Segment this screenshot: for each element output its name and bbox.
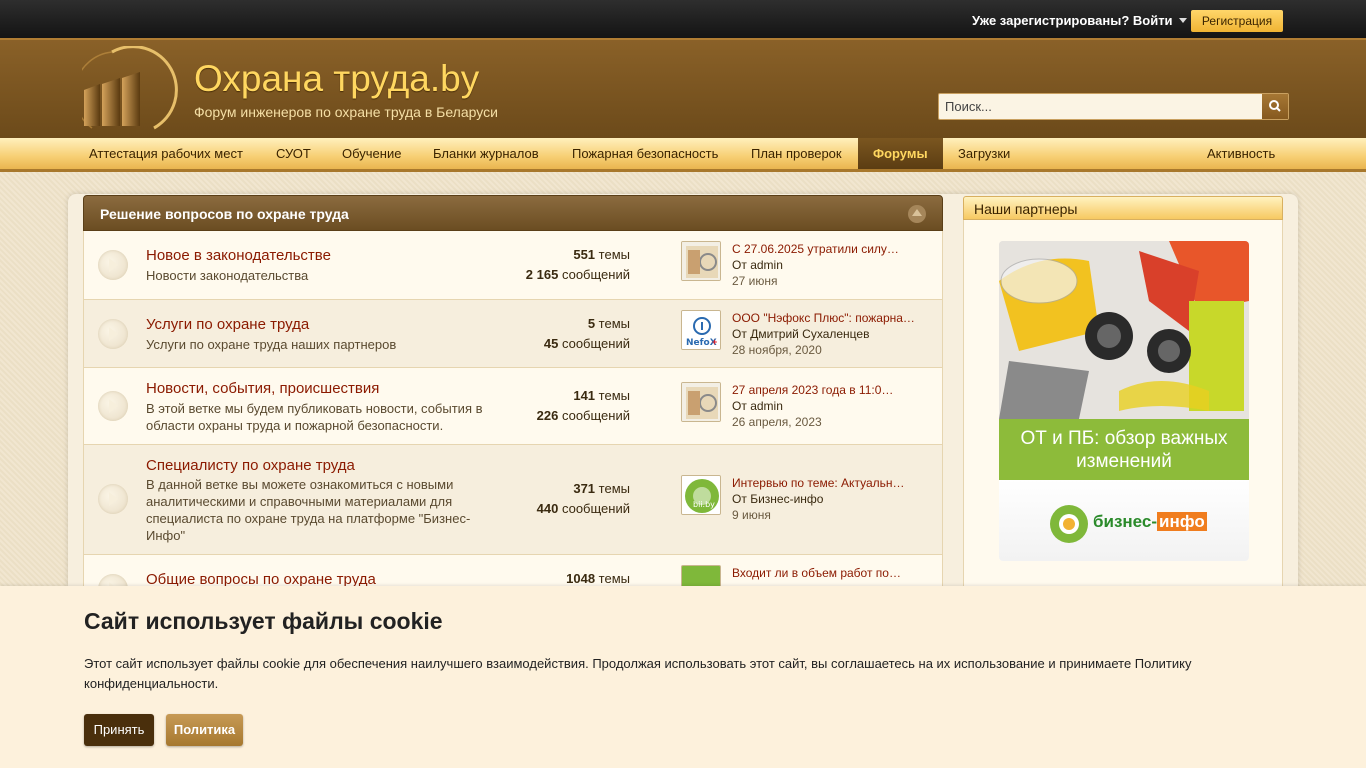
last-post-date: 26 апреля, 2023 xyxy=(732,415,822,429)
collapse-up-icon[interactable] xyxy=(908,205,926,223)
search-button[interactable] xyxy=(1262,94,1288,119)
forum-node-icon xyxy=(98,319,128,349)
forum-node-icon xyxy=(98,484,128,514)
last-post-author: От Дмитрий Сухаленцев xyxy=(732,327,870,341)
top-bar: Уже зарегистрированы? Войти Регистрация xyxy=(0,0,1366,38)
nav-item-fire-safety[interactable]: Пожарная безопасность xyxy=(572,138,718,169)
banner-image xyxy=(999,241,1249,419)
site-subtitle: Форум инженеров по охране труда в Белару… xyxy=(194,104,498,120)
privacy-policy-button[interactable]: Политика xyxy=(166,714,243,746)
threads-count: 5 темы xyxy=(587,316,630,331)
cookie-text: Этот сайт использует файлы cookie для об… xyxy=(84,656,1192,691)
last-post-avatar[interactable]: bii.by xyxy=(681,475,721,515)
last-post-date: 9 июня xyxy=(732,508,771,522)
node-description: Услуги по охране труда наших партнеров xyxy=(146,337,397,352)
last-post-author: От admin xyxy=(732,399,783,413)
login-link[interactable]: Уже зарегистрированы? Войти xyxy=(972,13,1187,28)
site-header: Охрана труда.by Форум инженеров по охран… xyxy=(0,38,1366,138)
last-post-author: От Бизнес-инфо xyxy=(732,492,824,506)
forum-node: Услуги по охране труда Услуги по охране … xyxy=(83,300,943,368)
chevron-down-icon xyxy=(1178,18,1187,23)
search-box xyxy=(938,93,1289,120)
forum-node: Новое в законодательстве Новости законод… xyxy=(83,231,943,300)
node-description: В данной ветке вы можете ознакомиться с … xyxy=(146,477,471,543)
node-description: В этой ветке мы будем публиковать новост… xyxy=(146,401,483,433)
partners-title: Наши партнеры xyxy=(974,201,1078,217)
last-post-title[interactable]: Входит ли в объем работ по… xyxy=(732,566,922,580)
last-post-avatar[interactable] xyxy=(681,241,721,281)
site-title[interactable]: Охрана труда.by xyxy=(194,58,479,100)
author-link[interactable]: Бизнес-инфо xyxy=(750,492,823,506)
messages-count: 45 сообщений xyxy=(543,336,630,351)
svg-text:+: + xyxy=(712,337,717,347)
forum-node-icon xyxy=(98,250,128,280)
cookie-notice: Сайт использует файлы cookie Этот сайт и… xyxy=(0,586,1366,768)
register-button[interactable]: Регистрация xyxy=(1191,10,1283,32)
last-post-avatar[interactable] xyxy=(681,382,721,422)
author-link[interactable]: admin xyxy=(750,258,783,272)
last-post-title[interactable]: 27 апреля 2023 года в 11:0… xyxy=(732,383,922,397)
messages-count: 2 165 сообщений xyxy=(525,267,630,282)
nav-item-activity[interactable]: Активность xyxy=(1207,138,1275,169)
nav-item-training[interactable]: Обучение xyxy=(342,138,401,169)
svg-text:bii.by: bii.by xyxy=(693,500,715,509)
nav-item-forums[interactable]: Форумы xyxy=(858,138,943,169)
messages-count: 440 сообщений xyxy=(536,501,630,516)
forum-node-icon xyxy=(98,391,128,421)
last-post-avatar[interactable]: NefoX + xyxy=(681,310,721,350)
node-title[interactable]: Услуги по охране труда xyxy=(146,316,309,333)
node-title[interactable]: Новое в законодательстве xyxy=(146,247,331,264)
nav-item-inspections[interactable]: План проверок xyxy=(751,138,842,169)
messages-count: 226 сообщений xyxy=(536,408,630,423)
forum-node: Специалисту по охране труда В данной вет… xyxy=(83,445,943,555)
nav-item-attestation[interactable]: Аттестация рабочих мест xyxy=(89,138,243,169)
threads-count: 551 темы xyxy=(573,247,630,262)
last-post-title[interactable]: С 27.06.2025 утратили силу… xyxy=(732,242,922,256)
author-link[interactable]: admin xyxy=(750,399,783,413)
banner-text: ОТ и ПБ: обзор важных изменений xyxy=(999,419,1249,480)
node-description: Новости законодательства xyxy=(146,268,309,283)
forum-node: Новости, события, происшествия В этой ве… xyxy=(83,368,943,445)
partners-header: Наши партнеры xyxy=(963,196,1283,220)
threads-count: 371 темы xyxy=(573,481,630,496)
node-title[interactable]: Специалисту по охране труда xyxy=(146,457,355,474)
nav-item-downloads[interactable]: Загрузки xyxy=(958,138,1010,169)
main-navigation: Аттестация рабочих мест СУОТ Обучение Бл… xyxy=(0,138,1366,172)
biznes-info-logo: бизнес-инфо xyxy=(1049,504,1209,544)
nav-item-suot[interactable]: СУОТ xyxy=(276,138,311,169)
category-header: Решение вопросов по охране труда xyxy=(83,195,943,231)
last-post-author: От admin xyxy=(732,258,783,272)
node-title[interactable]: Новости, события, происшествия xyxy=(146,380,379,397)
threads-count: 141 темы xyxy=(573,388,630,403)
category-title[interactable]: Решение вопросов по охране труда xyxy=(100,206,349,222)
author-link[interactable]: Дмитрий Сухаленцев xyxy=(750,327,869,341)
search-input[interactable] xyxy=(939,94,1263,119)
search-icon xyxy=(1269,100,1281,112)
cookie-title: Сайт использует файлы cookie xyxy=(84,608,443,634)
last-post-date: 27 июня xyxy=(732,274,778,288)
nav-item-journals[interactable]: Бланки журналов xyxy=(433,138,539,169)
last-post-title[interactable]: ООО "Нэфокс Плюс": пожарна… xyxy=(732,311,922,325)
partner-banner[interactable]: ОТ и ПБ: обзор важных изменений бизнес-и… xyxy=(999,241,1249,561)
site-logo[interactable] xyxy=(73,45,182,134)
login-label: Уже зарегистрированы? Войти xyxy=(972,13,1173,28)
last-post-date: 28 ноября, 2020 xyxy=(732,343,822,357)
last-post-title[interactable]: Интервью по теме: Актуальн… xyxy=(732,476,922,490)
accept-cookies-button[interactable]: Принять xyxy=(84,714,154,746)
banner-footer: бизнес-инфо xyxy=(999,480,1249,561)
threads-count: 1048 темы xyxy=(566,571,630,586)
